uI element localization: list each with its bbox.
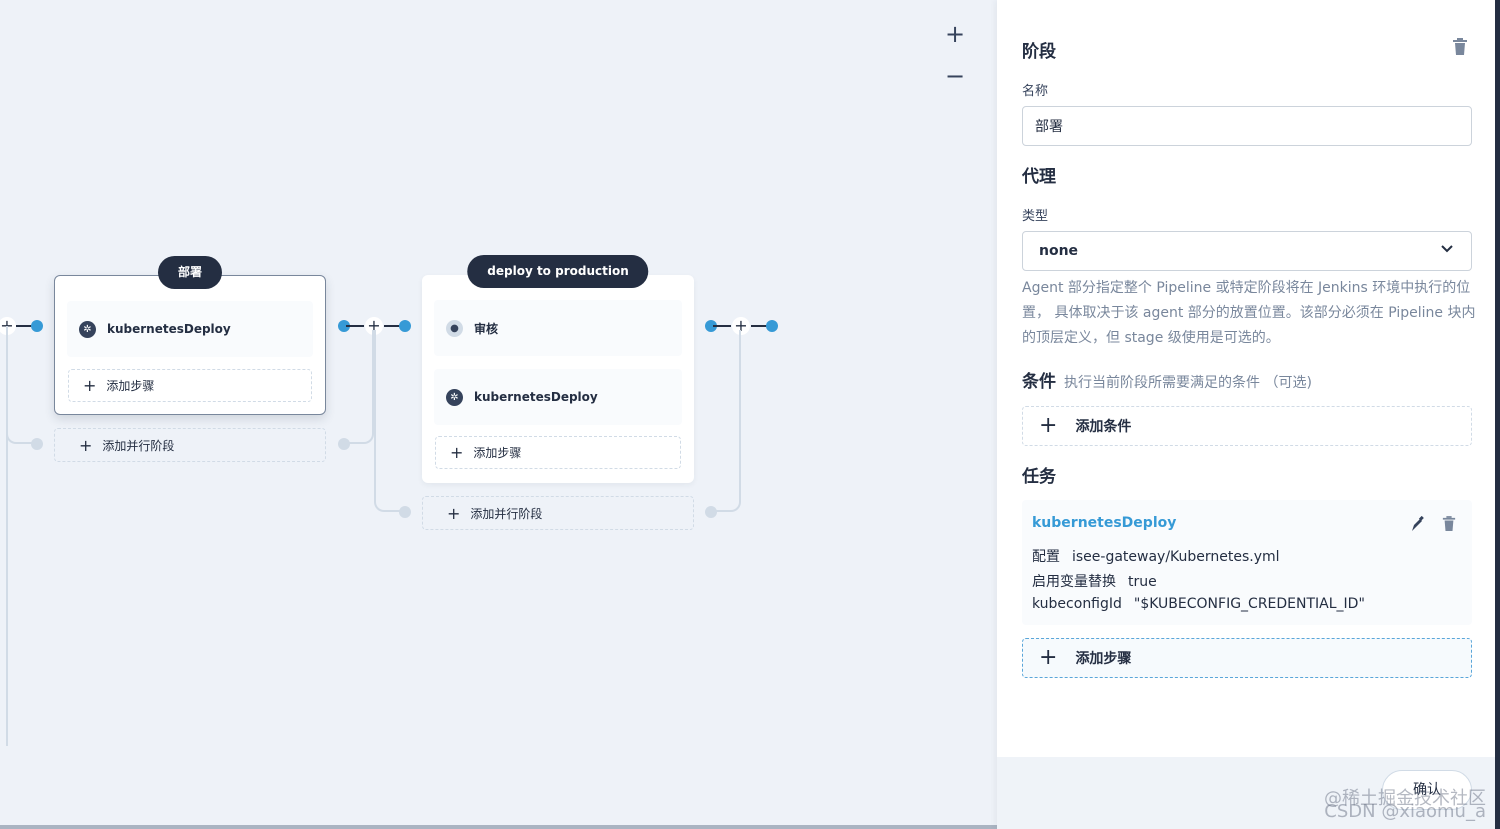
task-name: kubernetesDeploy	[1032, 515, 1177, 531]
agent-type-select[interactable]: none	[1022, 231, 1472, 271]
agent-type-value: none	[1039, 243, 1079, 259]
task-card[interactable]: kubernetesDeploy 配置 isee-gateway/Kubernet…	[1022, 500, 1472, 625]
pipeline-canvas: + − + 部署 ✲ kubernetesDeploy + 添加步骤 + 添加并…	[0, 0, 997, 829]
step-item[interactable]: ✲ kubernetesDeploy	[67, 301, 313, 357]
agent-title: 代理	[1022, 167, 1056, 187]
task-param-row: kubeconfigId "$KUBECONFIG_CREDENTIAL_ID"	[1032, 596, 1365, 612]
stage-name-value: 部署	[1035, 119, 1063, 135]
stage-name-input[interactable]: 部署	[1022, 106, 1472, 146]
step-item[interactable]: ● 审核	[434, 300, 682, 356]
plus-icon: +	[79, 435, 93, 455]
step-label: kubernetesDeploy	[107, 322, 231, 336]
param-value: true	[1128, 574, 1157, 590]
connector-line	[346, 325, 364, 327]
step-label: 审核	[474, 321, 499, 336]
plus-icon: +	[1039, 645, 1058, 670]
add-parallel-label: 添加并行阶段	[470, 506, 543, 521]
chevron-down-icon	[1441, 242, 1453, 256]
add-step-button[interactable]: + 添加步骤	[435, 436, 681, 469]
plus-icon: +	[447, 503, 461, 523]
task-title: 任务	[1022, 467, 1056, 487]
parallel-connector	[344, 330, 374, 444]
add-step-button[interactable]: + 添加步骤	[68, 369, 312, 402]
zoom-in-button[interactable]: +	[944, 22, 966, 46]
stage-title[interactable]: deploy to production	[467, 255, 649, 288]
stage-title[interactable]: 部署	[157, 256, 223, 289]
panel-title: 阶段	[1022, 42, 1056, 62]
stage-settings-panel: 阶段 名称 部署 代理 类型 none Agent 部分指定整个 Pipelin…	[997, 0, 1500, 829]
param-key: 配置	[1032, 549, 1060, 565]
add-step-button[interactable]: + 添加步骤	[1022, 638, 1472, 678]
param-key: kubeconfigId	[1032, 596, 1122, 612]
connector-dot	[399, 506, 411, 518]
agent-description: Agent 部分指定整个 Pipeline 或特定阶段将在 Jenkins 环境…	[1022, 280, 1476, 346]
connector-dot	[705, 506, 717, 518]
condition-subtitle: 执行当前阶段所需要满足的条件 （可选)	[1064, 375, 1312, 391]
watermark-line2: CSDN @xiaomu_a	[1324, 801, 1486, 822]
type-label: 类型	[1022, 209, 1049, 224]
condition-title-text: 条件	[1022, 372, 1056, 392]
plus-icon: +	[1039, 413, 1058, 438]
step-label: kubernetesDeploy	[474, 390, 598, 404]
kubernetes-icon: ✲	[79, 320, 96, 338]
task-param-row: 启用变量替换 true	[1032, 571, 1157, 591]
parallel-connector	[6, 326, 34, 444]
condition-title: 条件 执行当前阶段所需要满足的条件 （可选)	[1022, 367, 1312, 392]
add-parallel-label: 添加并行阶段	[102, 438, 175, 453]
stage-card[interactable]: deploy to production ● 审核 ✲ kubernetesDe…	[422, 255, 694, 483]
stage-card[interactable]: 部署 ✲ kubernetesDeploy + 添加步骤	[54, 256, 326, 415]
connector-line	[713, 325, 731, 327]
param-value: isee-gateway/Kubernetes.yml	[1072, 549, 1280, 565]
add-condition-label: 添加条件	[1075, 419, 1132, 435]
step-item[interactable]: ✲ kubernetesDeploy	[434, 369, 682, 425]
connector-dot	[31, 438, 43, 450]
window-edge	[1495, 0, 1500, 829]
connector-dot	[766, 320, 778, 332]
add-parallel-stage-button[interactable]: + 添加并行阶段	[54, 428, 326, 462]
edit-icon[interactable]	[1410, 515, 1424, 536]
kubernetes-icon: ✲	[446, 388, 463, 406]
review-icon: ●	[446, 319, 463, 337]
plus-icon: +	[83, 376, 97, 395]
delete-task-icon[interactable]	[1442, 516, 1456, 536]
canvas-bottom-border	[0, 825, 997, 829]
parallel-connector	[711, 330, 741, 512]
connector-dot	[338, 438, 350, 450]
add-step-label: 添加步骤	[1075, 651, 1132, 667]
add-step-label: 添加步骤	[106, 379, 155, 393]
add-condition-button[interactable]: + 添加条件	[1022, 406, 1472, 446]
param-key: 启用变量替换	[1032, 574, 1116, 590]
param-value: "$KUBECONFIG_CREDENTIAL_ID"	[1133, 596, 1365, 612]
plus-icon: +	[450, 443, 464, 462]
add-step-label: 添加步骤	[473, 446, 522, 460]
parallel-connector	[374, 330, 404, 512]
delete-stage-icon[interactable]	[1452, 38, 1468, 60]
add-parallel-stage-button[interactable]: + 添加并行阶段	[422, 496, 694, 530]
task-param-row: 配置 isee-gateway/Kubernetes.yml	[1032, 546, 1280, 566]
name-label: 名称	[1022, 84, 1049, 99]
zoom-out-button[interactable]: −	[944, 64, 966, 88]
